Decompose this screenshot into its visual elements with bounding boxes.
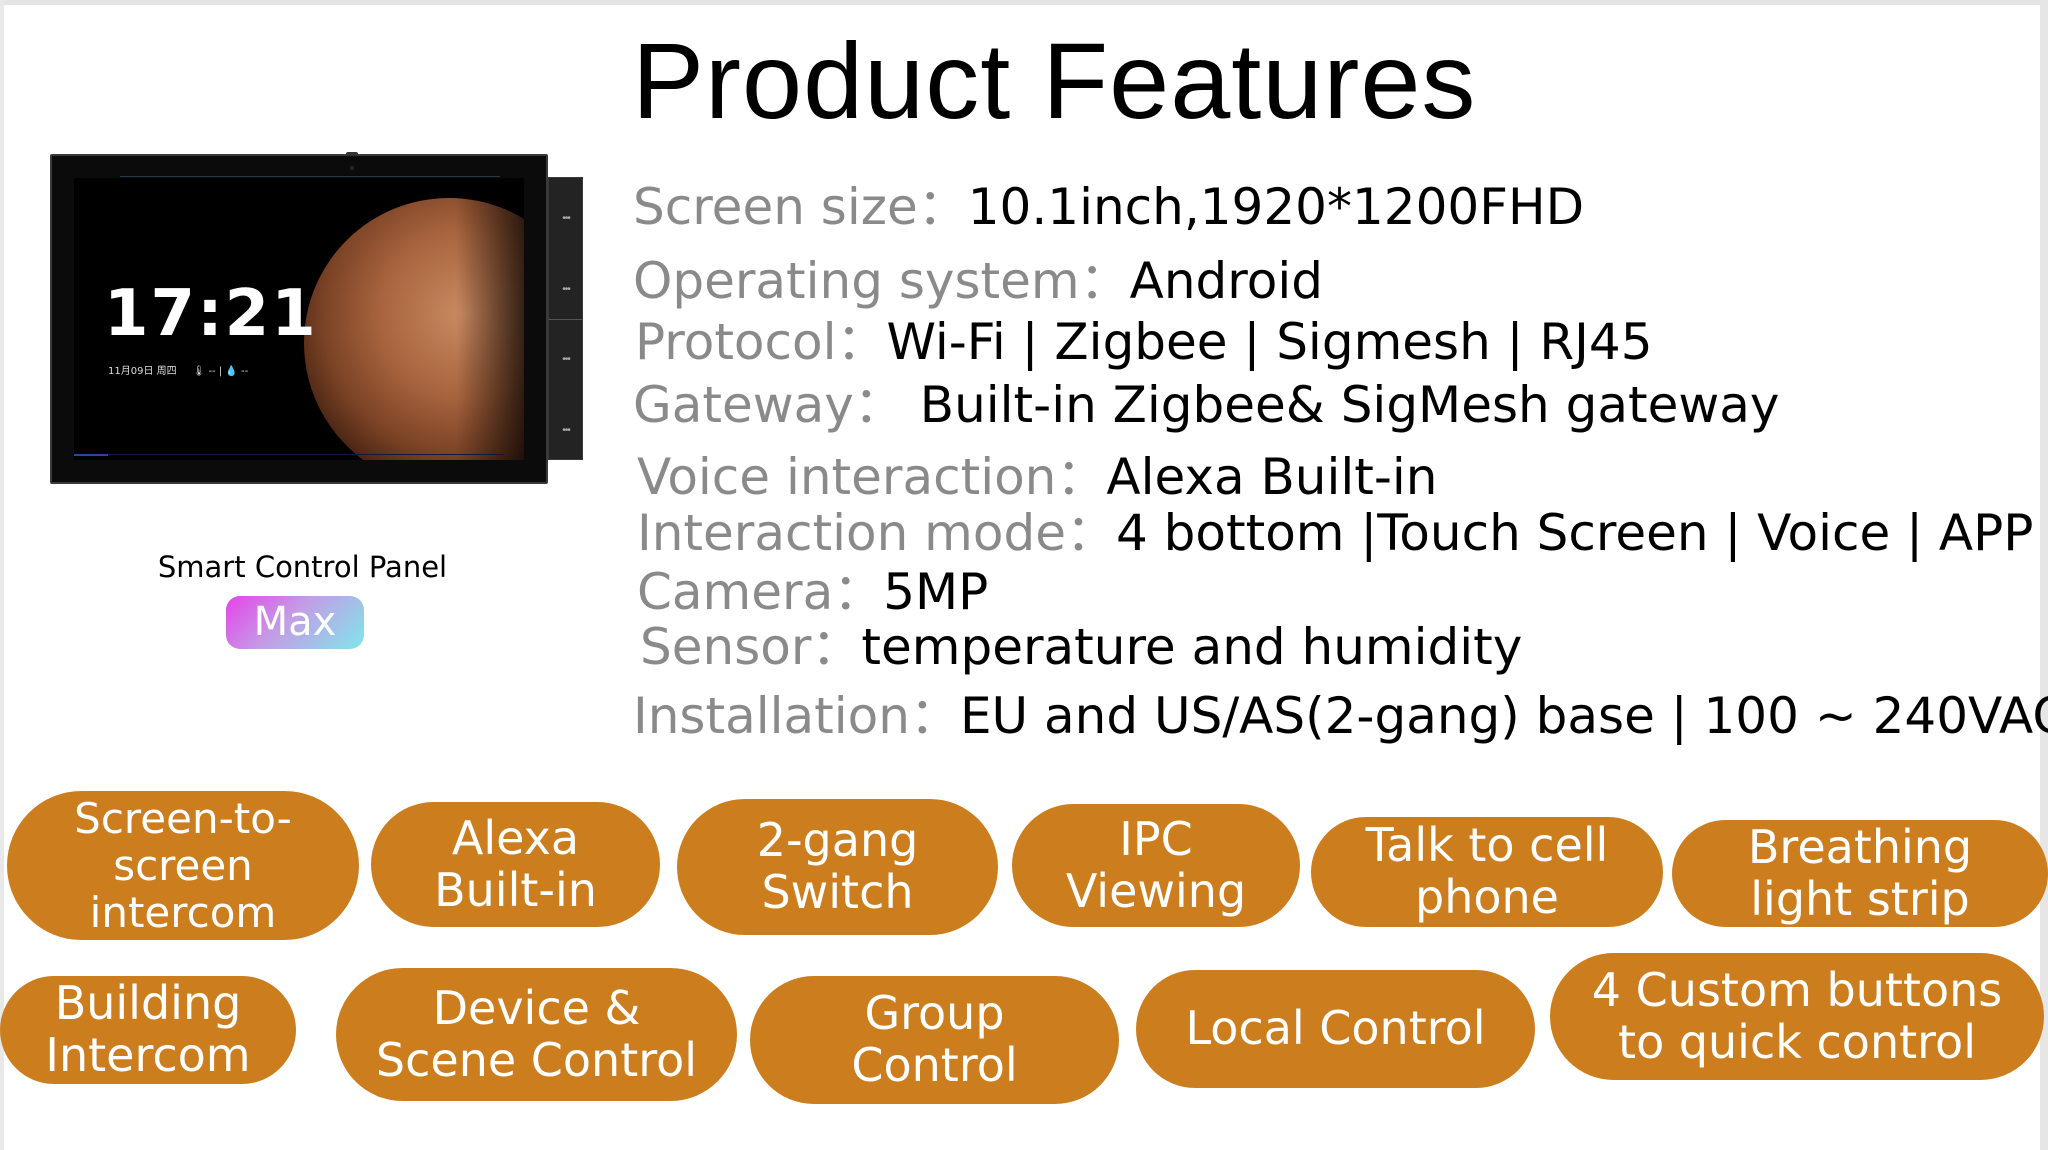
- spec-label: Voice interaction：: [637, 448, 1107, 506]
- device-clock: 17:21: [104, 277, 318, 351]
- feature-group-control: Group Control: [750, 976, 1119, 1104]
- spec-gateway: Gateway： Built-in Zigbee& SigMesh gatewa…: [633, 380, 1779, 430]
- separator: |: [218, 366, 223, 377]
- spec-protocol: Protocol：Wi-Fi | Zigbee | Sigmesh | RJ45: [635, 317, 1653, 367]
- device-screen: 17:21 11月09日 周四 🌡 -- | 💧 --: [74, 178, 524, 460]
- device-date-line: 11月09日 周四 🌡 -- | 💧 --: [108, 362, 248, 377]
- spec-label: Gateway：: [633, 376, 904, 434]
- spec-label: Installation：: [633, 687, 960, 745]
- camera-icon: [350, 166, 354, 170]
- side-button-2-dots-icon: •••: [562, 284, 571, 295]
- product-name: Smart Control Panel: [157, 550, 448, 584]
- spec-value: EU and US/AS(2-gang) base | 100 ~ 240VAC: [959, 687, 2048, 745]
- feature-breathing-light-strip: Breathing light strip: [1672, 820, 2048, 927]
- page-title: Product Features: [632, 20, 1477, 141]
- spec-value: Built-in Zigbee& SigMesh gateway: [903, 376, 1780, 434]
- side-button-1-dots-icon: •••: [562, 213, 571, 224]
- spec-value: 4 bottom |Touch Screen | Voice | APP: [1115, 504, 2034, 562]
- spec-value: Android: [1129, 252, 1323, 310]
- spec-label: Sensor：: [640, 618, 862, 676]
- slide-frame-top: [0, 0, 2048, 5]
- screen-bottom-line: [74, 454, 504, 455]
- feature-device-scene-control: Device & Scene Control: [336, 968, 737, 1101]
- spec-installation: Installation：EU and US/AS(2-gang) base |…: [633, 691, 2048, 741]
- slide-frame-right: [2040, 0, 2048, 1150]
- temperature-readout: --: [208, 366, 216, 377]
- feature-ipc-viewing: IPC Viewing: [1012, 804, 1300, 927]
- slide-frame-left: [0, 0, 4, 1150]
- humidity-readout: --: [241, 366, 249, 377]
- feature-building-intercom: Building Intercom: [0, 976, 296, 1084]
- thermometer-icon: 🌡: [192, 366, 206, 377]
- spec-voice-interaction: Voice interaction：Alexa Built-in: [637, 452, 1437, 502]
- max-badge: Max: [226, 596, 364, 649]
- spec-value: 5MP: [883, 563, 989, 621]
- spec-interaction-mode: Interaction mode：4 bottom |Touch Screen …: [637, 508, 2033, 558]
- spec-value: temperature and humidity: [861, 618, 1523, 676]
- device-date: 11月09日 周四: [108, 366, 177, 377]
- screen-bottom-accent: [74, 454, 108, 456]
- spec-value: 10.1inch,1920*1200FHD: [967, 178, 1585, 236]
- feature-alexa-built-in: Alexa Built-in: [371, 802, 660, 927]
- spec-label: Interaction mode：: [637, 504, 1116, 562]
- light-strip: [120, 176, 500, 177]
- humidity-icon: 💧: [225, 366, 238, 377]
- spec-label: Operating system：: [633, 252, 1130, 310]
- spec-camera: Camera：5MP: [637, 567, 988, 617]
- spec-operating-system: Operating system：Android: [633, 256, 1323, 306]
- side-panel-divider: [549, 319, 582, 320]
- spec-sensor: Sensor：temperature and humidity: [640, 622, 1522, 672]
- spec-value: Wi-Fi | Zigbee | Sigmesh | RJ45: [886, 313, 1653, 371]
- side-button-panel: ••• ••• ••• •••: [548, 177, 583, 460]
- feature-talk-to-cell-phone: Talk to cell phone: [1311, 817, 1663, 927]
- feature-4-custom-buttons: 4 Custom buttons to quick control: [1550, 953, 2044, 1080]
- camera-bump: [346, 152, 358, 156]
- spec-label: Protocol：: [635, 313, 887, 371]
- feature-local-control: Local Control: [1136, 970, 1535, 1088]
- spec-label: Screen size：: [633, 178, 968, 236]
- spec-screen-size: Screen size：10.1inch,1920*1200FHD: [633, 182, 1584, 232]
- device-image: 17:21 11月09日 周四 🌡 -- | 💧 --: [50, 152, 548, 484]
- side-button-3-dots-icon: •••: [562, 354, 571, 365]
- feature-2-gang-switch: 2-gang Switch: [677, 799, 998, 935]
- side-button-4-dots-icon: •••: [562, 425, 571, 436]
- spec-label: Camera：: [637, 563, 884, 621]
- spec-value: Alexa Built-in: [1106, 448, 1438, 506]
- feature-screen-to-screen-intercom: Screen-to- screen intercom: [7, 791, 359, 940]
